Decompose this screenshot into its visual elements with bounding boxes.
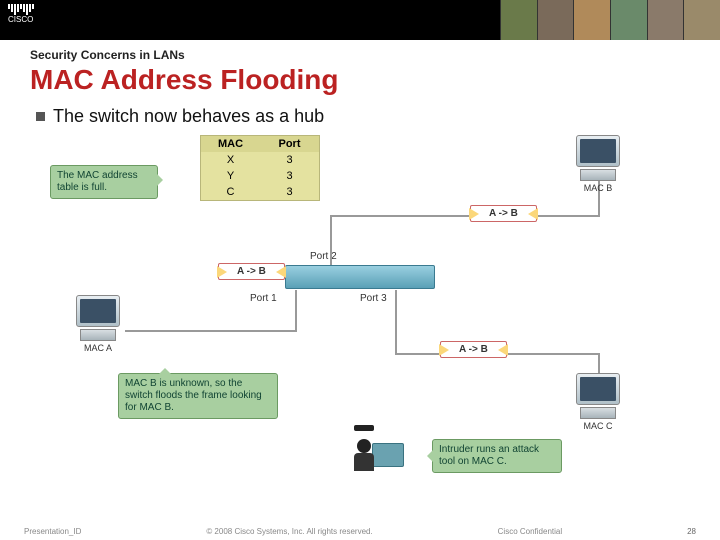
slide-footer: Presentation_ID © 2008 Cisco Systems, In… [0,527,720,536]
host-a: MAC A [70,295,126,353]
port-label-3: Port 3 [360,293,387,304]
mac-address-table: MAC Port X 3 Y 3 C 3 [200,135,320,201]
host-a-label: MAC A [70,343,126,353]
cisco-logo: CISCO [0,0,42,28]
footer-right: Cisco Confidential [498,527,562,536]
bullet-icon [36,112,45,121]
people-photo-strip [500,0,720,40]
frame-label: A -> B [440,341,507,358]
page-number: 28 [687,527,696,536]
table-row: C 3 [201,184,319,200]
footer-left: Presentation_ID [24,527,81,536]
footer-center: © 2008 Cisco Systems, Inc. All rights re… [206,527,372,536]
wire [330,215,332,265]
frame-label: A -> B [470,205,537,222]
port-label-2: Port 2 [310,251,337,262]
bullet-point: The switch now behaves as a hub [36,106,720,127]
top-banner: CISCO [0,0,720,40]
table-header-mac: MAC [201,136,260,152]
callout-unknown-mac: MAC B is unknown, so the switch floods t… [118,373,278,419]
wire [295,290,297,330]
slide-heading-block: Security Concerns in LANs MAC Address Fl… [0,40,720,96]
switch-icon [285,265,435,289]
port-label-1: Port 1 [250,293,277,304]
network-diagram: MAC Port X 3 Y 3 C 3 The MAC address tab… [50,135,670,475]
table-row: X 3 [201,152,319,168]
host-c-label: MAC C [570,421,626,431]
table-row: Y 3 [201,168,319,184]
bullet-text: The switch now behaves as a hub [53,106,324,127]
host-b-label: MAC B [570,183,626,193]
callout-table-full: The MAC address table is full. [50,165,158,199]
frame-label: A -> B [218,263,285,280]
slide-title: MAC Address Flooding [30,64,690,96]
cisco-wordmark: CISCO [8,16,34,24]
table-header-port: Port [260,136,319,152]
wire [598,353,600,375]
wire [330,215,600,217]
callout-intruder: Intruder runs an attack tool on MAC C. [432,439,562,473]
host-c: MAC C [570,373,626,431]
wire [125,330,297,332]
slide-subtitle: Security Concerns in LANs [30,48,690,62]
wire [395,290,397,355]
host-b: MAC B [570,135,626,193]
intruder-icon [350,425,410,481]
